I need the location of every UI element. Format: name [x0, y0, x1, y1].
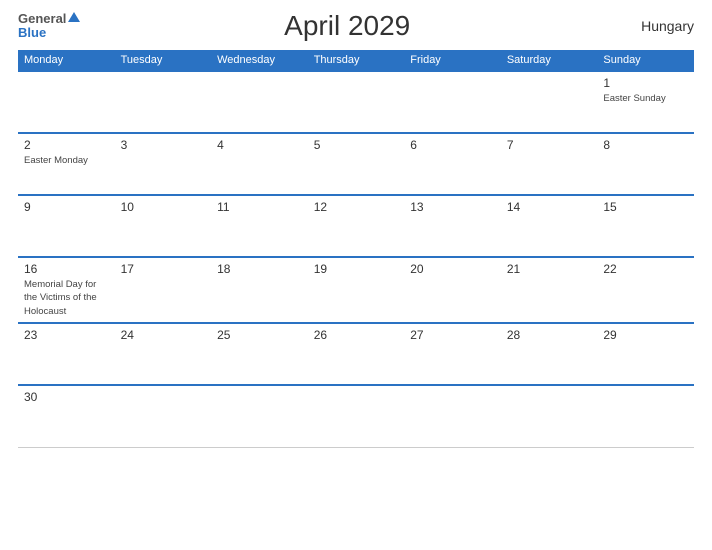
- table-row: 17: [115, 257, 212, 323]
- holiday-label: Memorial Day for the Victims of the Holo…: [24, 279, 97, 317]
- col-tuesday: Tuesday: [115, 50, 212, 71]
- day-number: 8: [603, 138, 688, 152]
- day-number: 29: [603, 328, 688, 342]
- day-number: 13: [410, 200, 495, 214]
- table-row: 28: [501, 323, 598, 385]
- calendar-table: Monday Tuesday Wednesday Thursday Friday…: [18, 50, 694, 448]
- day-number: 3: [121, 138, 206, 152]
- table-row: 23: [18, 323, 115, 385]
- calendar-header: General Blue April 2029 Hungary: [18, 10, 694, 42]
- calendar-row: 23 24 25 26 27 28 29: [18, 323, 694, 385]
- table-row: 15: [597, 195, 694, 257]
- day-number: 9: [24, 200, 109, 214]
- table-row: [404, 71, 501, 133]
- calendar-row: 16 Memorial Day for the Victims of the Ho…: [18, 257, 694, 323]
- day-number: 12: [314, 200, 399, 214]
- table-row: 12: [308, 195, 405, 257]
- country-label: Hungary: [614, 18, 694, 34]
- weekday-header-row: Monday Tuesday Wednesday Thursday Friday…: [18, 50, 694, 71]
- table-row: 10: [115, 195, 212, 257]
- day-number: 21: [507, 262, 592, 276]
- table-row: 3: [115, 133, 212, 195]
- day-number: 19: [314, 262, 399, 276]
- table-row: 9: [18, 195, 115, 257]
- table-row: 19: [308, 257, 405, 323]
- col-wednesday: Wednesday: [211, 50, 308, 71]
- table-row: 24: [115, 323, 212, 385]
- calendar-row: 30: [18, 385, 694, 447]
- table-row: [211, 385, 308, 447]
- col-friday: Friday: [404, 50, 501, 71]
- table-row: [308, 385, 405, 447]
- table-row: 18: [211, 257, 308, 323]
- day-number: 11: [217, 200, 302, 214]
- calendar-page: General Blue April 2029 Hungary Monday T…: [0, 0, 712, 550]
- table-row: 11: [211, 195, 308, 257]
- table-row: 26: [308, 323, 405, 385]
- logo-triangle-icon: [68, 12, 80, 22]
- table-row: 14: [501, 195, 598, 257]
- calendar-row: 1 Easter Sunday: [18, 71, 694, 133]
- holiday-label: Easter Sunday: [603, 93, 665, 104]
- table-row: [211, 71, 308, 133]
- day-number: 24: [121, 328, 206, 342]
- table-row: 16 Memorial Day for the Victims of the Ho…: [18, 257, 115, 323]
- day-number: 2: [24, 138, 109, 152]
- col-monday: Monday: [18, 50, 115, 71]
- table-row: 20: [404, 257, 501, 323]
- table-row: 25: [211, 323, 308, 385]
- table-row: [501, 71, 598, 133]
- table-row: [501, 385, 598, 447]
- table-row: [115, 385, 212, 447]
- day-number: 27: [410, 328, 495, 342]
- day-number: 20: [410, 262, 495, 276]
- table-row: [308, 71, 405, 133]
- day-number: 28: [507, 328, 592, 342]
- table-row: 8: [597, 133, 694, 195]
- page-title: April 2029: [80, 10, 614, 42]
- day-number: 14: [507, 200, 592, 214]
- logo: General Blue: [18, 12, 80, 41]
- table-row: 1 Easter Sunday: [597, 71, 694, 133]
- day-number: 23: [24, 328, 109, 342]
- day-number: 16: [24, 262, 109, 276]
- table-row: 7: [501, 133, 598, 195]
- table-row: 30: [18, 385, 115, 447]
- table-row: [597, 385, 694, 447]
- day-number: 10: [121, 200, 206, 214]
- day-number: 30: [24, 390, 109, 404]
- table-row: 27: [404, 323, 501, 385]
- col-sunday: Sunday: [597, 50, 694, 71]
- table-row: 21: [501, 257, 598, 323]
- table-row: [404, 385, 501, 447]
- table-row: 4: [211, 133, 308, 195]
- day-number: 6: [410, 138, 495, 152]
- day-number: 25: [217, 328, 302, 342]
- day-number: 4: [217, 138, 302, 152]
- calendar-row: 2 Easter Monday 345678: [18, 133, 694, 195]
- day-number: 5: [314, 138, 399, 152]
- table-row: [115, 71, 212, 133]
- table-row: 6: [404, 133, 501, 195]
- day-number: 18: [217, 262, 302, 276]
- col-thursday: Thursday: [308, 50, 405, 71]
- table-row: 2 Easter Monday: [18, 133, 115, 195]
- day-number: 7: [507, 138, 592, 152]
- day-number: 17: [121, 262, 206, 276]
- logo-general-text: General: [18, 12, 66, 25]
- day-number: 22: [603, 262, 688, 276]
- col-saturday: Saturday: [501, 50, 598, 71]
- table-row: [18, 71, 115, 133]
- logo-blue-text: Blue: [18, 25, 46, 40]
- day-number: 26: [314, 328, 399, 342]
- calendar-row: 9 10 11 12 13 14 15: [18, 195, 694, 257]
- table-row: 5: [308, 133, 405, 195]
- table-row: 29: [597, 323, 694, 385]
- holiday-label: Easter Monday: [24, 155, 88, 166]
- table-row: 13: [404, 195, 501, 257]
- day-number: 15: [603, 200, 688, 214]
- table-row: 22: [597, 257, 694, 323]
- day-number: 1: [603, 76, 688, 90]
